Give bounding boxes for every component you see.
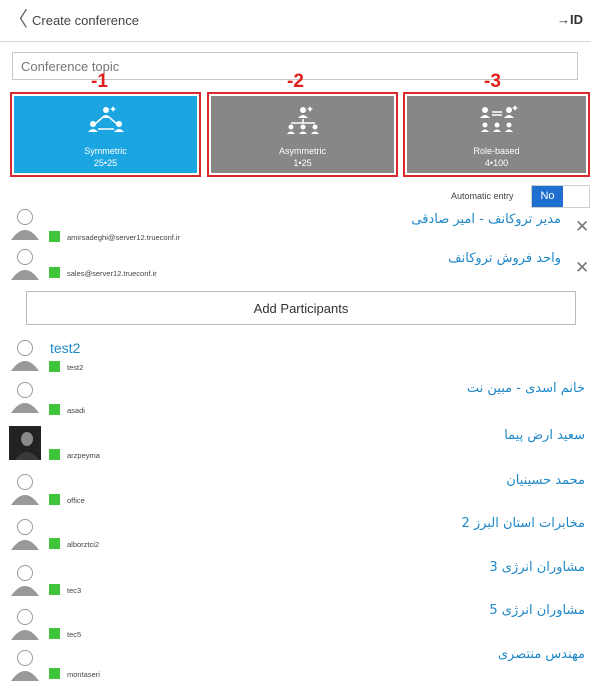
automatic-entry-label: Automatic entry <box>451 191 514 201</box>
online-status-icon <box>49 267 60 278</box>
participant-name: مدیر تروکانف - امیر صادقی <box>411 212 561 227</box>
avatar-placeholder-icon <box>9 206 41 240</box>
online-status-icon <box>49 668 60 679</box>
contact-login: office <box>67 496 85 505</box>
asymmetric-icon <box>286 106 319 134</box>
avatar-placeholder-icon <box>9 606 41 640</box>
contact-login: test2 <box>67 363 84 372</box>
contact-name: مخابرات استان البرز 2 <box>461 516 585 531</box>
annotation-marker-1: -1 <box>91 71 108 92</box>
toggle-value: No <box>532 186 563 207</box>
participant-name: واحد فروش تروکانف <box>448 251 561 266</box>
contact-name: مشاوران انرژی 5 <box>489 603 585 618</box>
avatar-photo <box>9 426 41 460</box>
participant-login: amirsadeghi@server12.trueconf.ir <box>67 233 181 242</box>
avatar-placeholder-icon <box>9 379 41 413</box>
online-status-icon <box>49 628 60 639</box>
id-login-icon[interactable]: →ID <box>557 12 583 27</box>
avatar-placeholder-icon <box>9 471 41 505</box>
contact-login: tec5 <box>67 630 82 639</box>
contact-login: arzpeyma <box>67 451 100 460</box>
mode-role-based-capacity: 4•100 <box>484 158 509 168</box>
online-status-icon <box>49 538 60 549</box>
role-based-icon <box>479 105 518 132</box>
participant-login: sales@server12.trueconf.ir <box>67 269 157 278</box>
avatar-placeholder-icon <box>9 647 41 681</box>
contact-login: alborztci2 <box>67 540 100 549</box>
mode-symmetric-label: Symmetric <box>84 146 127 156</box>
close-icon[interactable]: ✕ <box>575 260 589 277</box>
avatar-placeholder-icon <box>9 516 41 550</box>
avatar-placeholder-icon <box>9 337 41 371</box>
avatar-placeholder-icon <box>9 246 41 280</box>
contact-name: مشاوران انرژی 3 <box>489 560 585 575</box>
mode-symmetric-capacity: 25•25 <box>93 158 118 168</box>
automatic-entry-toggle[interactable]: No <box>531 185 590 208</box>
close-icon[interactable]: ✕ <box>575 219 589 236</box>
mode-symmetric[interactable]: Symmetric 25•25 <box>10 92 201 177</box>
contact-name: سعید ارض پیما <box>504 428 585 443</box>
chevron-left-icon[interactable]: 〈 <box>8 9 28 29</box>
mode-asymmetric-label: Asymmetric <box>279 146 326 156</box>
page-title: Create conference <box>32 13 139 28</box>
annotation-marker-2: -2 <box>287 71 304 92</box>
annotation-marker-3: -3 <box>484 71 501 92</box>
online-status-icon <box>49 584 60 595</box>
mode-asymmetric[interactable]: Asymmetric 1•25 <box>207 92 398 177</box>
mode-asymmetric-capacity: 1•25 <box>293 158 312 168</box>
add-participants-button[interactable]: Add Participants <box>26 291 576 325</box>
contact-login: tec3 <box>67 586 82 595</box>
online-status-icon <box>49 231 60 242</box>
mode-role-based-label: Role-based <box>473 146 520 156</box>
symmetric-icon <box>87 106 124 132</box>
online-status-icon <box>49 404 60 415</box>
online-status-icon <box>49 361 60 372</box>
contact-name: خانم اسدی - مبین نت <box>466 381 585 396</box>
mode-role-based[interactable]: Role-based 4•100 <box>403 92 590 177</box>
contact-name: مهندس منتصری <box>497 647 585 662</box>
contact-login: montaseri <box>67 670 100 679</box>
contact-name: test2 <box>50 340 81 356</box>
header: 〈 Create conference →ID <box>0 0 591 42</box>
online-status-icon <box>49 449 60 460</box>
contact-name: محمد حسینیان <box>506 473 585 488</box>
contact-login: asadi <box>67 406 85 415</box>
avatar-placeholder-icon <box>9 562 41 596</box>
online-status-icon <box>49 494 60 505</box>
